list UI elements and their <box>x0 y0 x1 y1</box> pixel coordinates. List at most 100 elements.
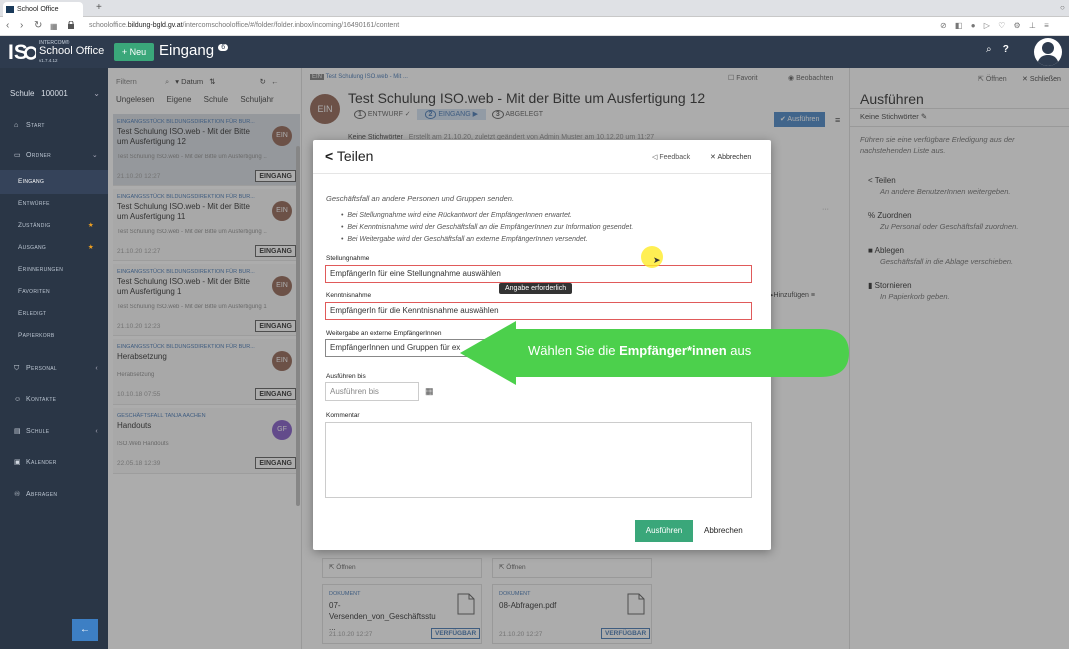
dialog-title-text: Teilen <box>336 148 374 164</box>
validation-tooltip: Angabe erforderlich <box>499 283 573 294</box>
statement-recipient-field[interactable]: EmpfängerIn für eine Stellungnahme auswä… <box>325 265 752 283</box>
feedback-label: Feedback <box>659 154 691 161</box>
sidebar-item-erledigt[interactable]: Erledigt <box>0 302 108 326</box>
page-title: Eingang 6 <box>159 42 229 59</box>
sidebar-item-label: Ordner <box>26 152 52 159</box>
submit-button[interactable]: Ausführen <box>635 520 693 542</box>
sidebar-item-label: Kalender <box>26 459 57 466</box>
comment-label: Kommentar <box>326 412 360 419</box>
mouse-cursor-icon: ➤ <box>653 255 661 265</box>
megaphone-icon: ◁ <box>652 154 658 161</box>
sidebar-item-entwuerfe[interactable]: Entwürfe <box>0 192 108 216</box>
school-label: Schule <box>10 89 35 98</box>
callout-text: Wählen Sie die Empfänger*innen aus <box>528 343 751 358</box>
forward-icon[interactable]: › <box>20 20 23 31</box>
sidebar-item-favoriten[interactable]: Favoriten <box>0 280 108 304</box>
arrow-left-icon: ← <box>80 624 90 635</box>
bullet-text: Bei Stellungnahme wird eine Rückantwort … <box>347 212 572 219</box>
sidebar-item-label: Schule <box>26 428 50 435</box>
new-button[interactable]: + Neu <box>114 43 154 61</box>
lock-icon <box>68 21 74 29</box>
due-date-input[interactable]: Ausführen bis <box>325 382 419 401</box>
sidebar-item-label: Erinnerungen <box>18 266 64 273</box>
dialog-bullets: • Bei Stellungnahme wird eine Rückantwor… <box>341 210 633 246</box>
browser-tab[interactable]: School Office <box>3 2 83 17</box>
close-icon: ✕ <box>710 154 716 161</box>
extension-icons[interactable]: ⊘ ◧ ● ▷ ♡ ⚙ ⊥ ≡ <box>940 21 1052 30</box>
bullet-text: Bei Kenntnisnahme wird der Geschäftsfall… <box>347 224 634 231</box>
sidebar-item-eingang[interactable]: Eingang <box>0 170 108 194</box>
help-icon[interactable]: ? <box>1003 44 1009 55</box>
sidebar-item-kalender[interactable]: ▣ Kalender <box>0 451 108 475</box>
search-icon[interactable]: ⌕ <box>986 44 992 55</box>
sidebar-item-kontakte[interactable]: ☺ Kontakte <box>0 388 108 412</box>
bullet-text: Bei Weitergabe wird der Geschäftsfall an… <box>347 236 588 243</box>
url-domain: bildung-bgld.gv.at <box>127 22 183 29</box>
sidebar-item-start[interactable]: ⌂ Start <box>0 114 108 138</box>
sidebar-item-label: Papierkorb <box>18 332 55 339</box>
sidebar: Schule 100001 ⌄ ⌂ Start ▭ Ordner ⌄ Eingang … <box>0 68 108 649</box>
sidebar-item-label: Kontakte <box>26 396 57 403</box>
graduation-icon: ⛉ <box>14 365 20 372</box>
sidebar-item-label: Entwürfe <box>18 200 50 207</box>
dialog-close-button[interactable]: ✕ Abbrechen <box>710 153 751 161</box>
user-avatar[interactable] <box>1034 38 1062 66</box>
dialog-intro: Geschäftsfall an andere Personen und Gru… <box>326 194 515 203</box>
callout-text-bold: Empfänger*innen <box>619 343 727 358</box>
sidebar-item-abfragen[interactable]: ♾ Abfragen <box>0 483 108 507</box>
sidebar-item-ausgang[interactable]: Ausgang ★ <box>0 236 108 260</box>
share-icon: < <box>325 148 334 164</box>
sidebar-item-label: Zuständig <box>18 222 51 229</box>
tutorial-callout: Wählen Sie die Empfänger*innen aus <box>460 321 849 385</box>
new-tab-button[interactable]: + <box>96 2 102 13</box>
favicon-icon <box>6 6 14 13</box>
sidebar-item-label: Ausgang <box>18 244 47 251</box>
people-icon: ☺ <box>14 396 22 403</box>
school-selector[interactable]: Schule 100001 <box>10 89 68 98</box>
calendar-icon: ▣ <box>14 459 21 466</box>
notice-label: Kenntnisnahme <box>326 292 372 299</box>
sidebar-item-schule[interactable]: ▤ Schule ‹ <box>0 420 108 444</box>
sidebar-item-label: Personal <box>26 365 57 372</box>
sidebar-item-label: Eingang <box>18 178 45 185</box>
reload-icon[interactable]: ↻ <box>34 20 42 31</box>
sidebar-item-label: Erledigt <box>18 310 47 317</box>
sidebar-item-label: Abfragen <box>26 491 58 498</box>
comment-textarea[interactable] <box>325 422 752 498</box>
chevron-down-icon[interactable]: ⌄ <box>93 89 100 98</box>
calendar-icon[interactable]: ▦ <box>425 386 434 397</box>
sidebar-item-ordner[interactable]: ▭ Ordner ⌄ <box>0 144 108 168</box>
collapse-sidebar-button[interactable]: ← <box>72 619 98 641</box>
url-field[interactable]: schooloffice.bildung-bgld.gv.at/intercom… <box>89 22 399 29</box>
bullet-item: • Bei Kenntnisnahme wird der Geschäftsfa… <box>341 224 634 231</box>
cancel-button[interactable]: Abbrechen <box>704 526 743 535</box>
statement-label: Stellungnahme <box>326 255 370 262</box>
notice-recipient-field[interactable]: EmpfängerIn für die Kenntnisnahme auswäh… <box>325 302 752 320</box>
star-icon: ★ <box>87 244 94 251</box>
callout-text-pre: Wählen Sie die <box>528 343 620 358</box>
address-bar: ‹ › ↻ ▦ schooloffice.bildung-bgld.gv.at/… <box>0 17 1069 36</box>
app-logo[interactable]: IS INTERCOM® School Office v1.7.4.12 <box>8 40 108 64</box>
folder-icon: ▭ <box>14 152 21 159</box>
sidebar-item-zustaendig[interactable]: Zuständig ★ <box>0 214 108 238</box>
feedback-link[interactable]: ◁ Feedback <box>652 153 690 161</box>
window-control-icon[interactable]: ○ <box>1060 3 1065 12</box>
home-icon: ⌂ <box>14 122 19 129</box>
external-label: Weitergabe an externe EmpfängerInnen <box>326 330 442 337</box>
title-count-badge: 6 <box>218 44 229 51</box>
header-icons: ⌕ ? <box>986 44 1009 55</box>
sidebar-item-label: Start <box>26 122 45 129</box>
iso-logo-icon: IS <box>8 41 36 64</box>
back-icon[interactable]: ‹ <box>6 20 9 31</box>
sidebar-item-papierkorb[interactable]: Papierkorb <box>0 324 108 348</box>
callout-text-post: aus <box>726 343 752 358</box>
sidebar-item-personal[interactable]: ⛉ Personal ‹ <box>0 357 108 381</box>
chevron-left-icon: ‹ <box>95 365 98 372</box>
page-title-text: Eingang <box>159 42 215 59</box>
url-prefix: schooloffice. <box>89 22 128 29</box>
apps-grid-icon[interactable]: ▦ <box>50 22 58 31</box>
dialog-header: < Teilen ◁ Feedback ✕ Abbrechen <box>313 140 771 174</box>
brand-name: School Office <box>39 45 105 57</box>
sidebar-item-erinnerungen[interactable]: Erinnerungen <box>0 258 108 282</box>
building-icon: ▤ <box>14 428 21 435</box>
